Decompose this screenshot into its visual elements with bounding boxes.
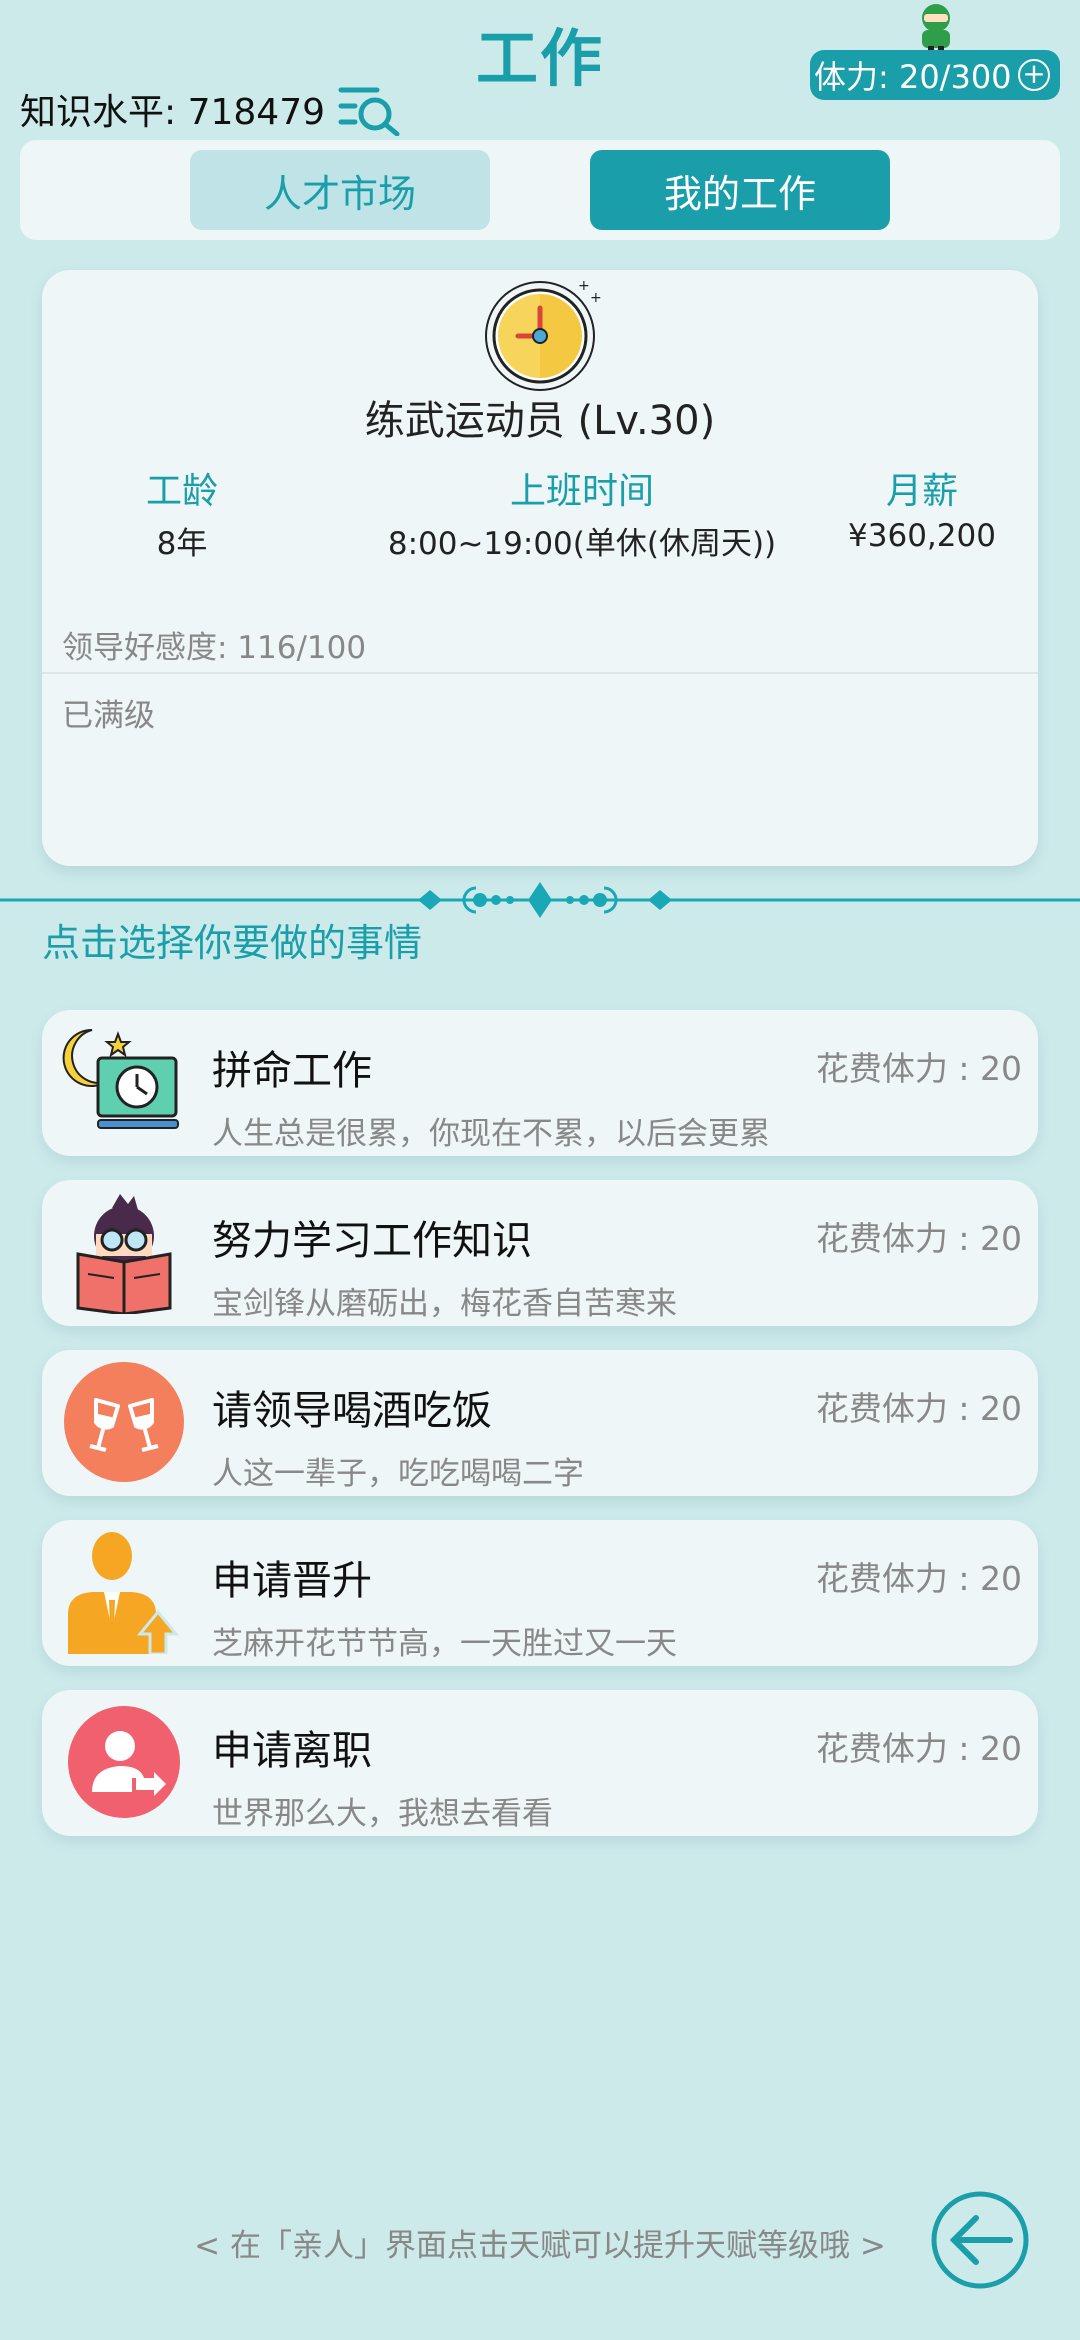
stamina-label: 体力: 20/300 — [814, 58, 1012, 96]
action-cost: 花费体力 : 20 — [815, 1559, 1022, 1598]
job-card: + + 练武运动员 (Lv.30) 工龄 8年 上班时间 8:00~19:00(… — [42, 270, 1038, 866]
action-cost: 花费体力 : 20 — [815, 1729, 1022, 1768]
divider — [42, 672, 1038, 674]
level-status: 已满级 — [62, 698, 155, 734]
resign-person-icon — [68, 1706, 180, 1818]
action-name: 请领导喝酒吃饭 — [212, 1388, 492, 1434]
action-name: 申请离职 — [212, 1728, 372, 1774]
action-name: 拼命工作 — [212, 1048, 372, 1094]
action-study[interactable]: 努力学习工作知识 花费体力 : 20 宝剑锋从磨砺出，梅花香自苦寒来 — [42, 1180, 1038, 1326]
tab-bar: 人才市场 我的工作 — [20, 140, 1060, 240]
job-title: 练武运动员 (Lv.30) — [364, 398, 716, 444]
action-resign[interactable]: 申请离职 花费体力 : 20 世界那么大，我想去看看 — [42, 1690, 1038, 1836]
tab-my-job[interactable]: 我的工作 — [590, 150, 890, 230]
ninja-avatar-icon — [922, 4, 950, 54]
reading-book-icon — [76, 1194, 172, 1314]
knowledge-label: 知识水平: 718479 — [20, 92, 325, 133]
back-arrow-icon[interactable] — [930, 2190, 1030, 2290]
action-desc: 人生总是很累，你现在不累，以后会更累 — [212, 1116, 770, 1152]
salary-label: 月薪 — [885, 471, 958, 512]
promotion-person-icon — [68, 1532, 180, 1654]
action-cost: 花费体力 : 20 — [815, 1219, 1022, 1258]
add-stamina-icon[interactable]: + — [1018, 59, 1050, 91]
section-title: 点击选择你要做的事情 — [42, 921, 423, 965]
svg-text:+: + — [578, 278, 590, 294]
action-name: 申请晋升 — [212, 1558, 372, 1604]
action-treat-boss[interactable]: 请领导喝酒吃饭 花费体力 : 20 人这一辈子，吃吃喝喝二字 — [42, 1350, 1038, 1496]
clock-icon: + + — [485, 278, 602, 391]
action-desc: 世界那么大，我想去看看 — [212, 1796, 553, 1832]
action-work-hard[interactable]: 拼命工作 花费体力 : 20 人生总是很累，你现在不累，以后会更累 — [42, 1010, 1038, 1156]
moon-laptop-icon — [62, 1028, 179, 1129]
action-desc: 宝剑锋从磨砺出，梅花香自苦寒来 — [212, 1286, 677, 1322]
stamina-bar: 体力: 20/300 + — [810, 50, 1060, 100]
work-hours-label: 上班时间 — [509, 471, 654, 512]
action-name: 努力学习工作知识 — [212, 1218, 532, 1264]
action-cost: 花费体力 : 20 — [815, 1389, 1022, 1428]
knowledge-level: 知识水平: 718479 — [20, 82, 403, 136]
tip-text: < 在「亲人」界面点击天赋可以提升天赋等级哦 > — [194, 2228, 886, 2264]
seniority-label: 工龄 — [145, 471, 218, 512]
action-desc: 芝麻开花节节高，一天胜过又一天 — [212, 1626, 677, 1662]
tab-talent-market[interactable]: 人才市场 — [190, 150, 490, 230]
work-hours-value: 8:00~19:00(单休(休周天)) — [387, 526, 777, 562]
action-promotion[interactable]: 申请晋升 花费体力 : 20 芝麻开花节节高，一天胜过又一天 — [42, 1520, 1038, 1666]
salary-value: ¥360,200 — [848, 518, 996, 554]
action-desc: 人这一辈子，吃吃喝喝二字 — [212, 1456, 584, 1492]
search-list-icon[interactable] — [337, 82, 403, 136]
action-cost: 花费体力 : 20 — [815, 1049, 1022, 1088]
svg-text:+: + — [590, 290, 602, 306]
wine-glasses-icon — [64, 1362, 184, 1482]
boss-favor: 领导好感度: 116/100 — [62, 630, 367, 666]
seniority-value: 8年 — [156, 526, 208, 562]
